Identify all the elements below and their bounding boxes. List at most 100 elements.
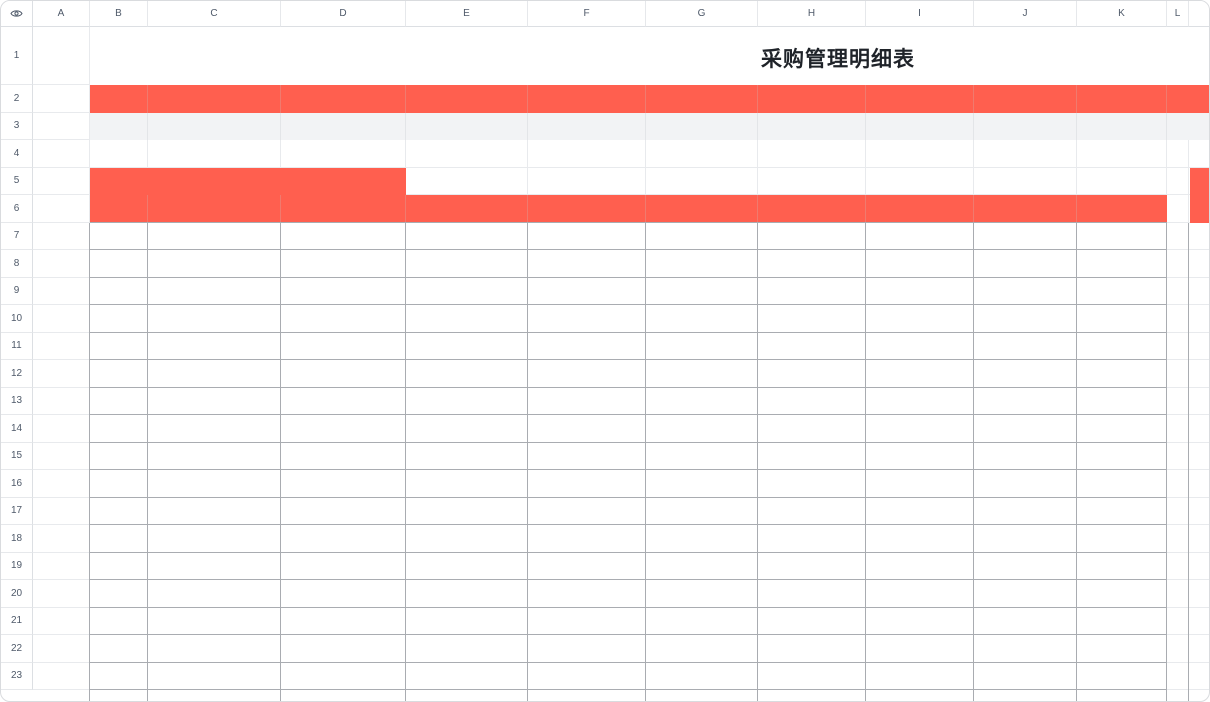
detail-data-cell[interactable] — [646, 553, 758, 581]
row-header-14[interactable]: 14 — [1, 415, 33, 443]
detail-data-cell[interactable] — [281, 278, 406, 306]
detail-data-cell[interactable] — [281, 525, 406, 553]
detail-data-cell[interactable] — [1077, 250, 1167, 278]
detail-data-cell[interactable] — [646, 305, 758, 333]
detail-data-cell[interactable] — [406, 333, 528, 361]
month-header-cell[interactable] — [866, 85, 974, 113]
select-all-corner[interactable] — [1, 1, 33, 27]
detail-data-cell[interactable] — [148, 333, 281, 361]
detail-data-cell[interactable] — [281, 305, 406, 333]
detail-data-cell[interactable] — [866, 278, 974, 306]
detail-data-cell[interactable] — [758, 580, 866, 608]
detail-data-cell[interactable] — [1077, 415, 1167, 443]
column-header-j[interactable]: J — [974, 1, 1077, 27]
amount-label-cell[interactable] — [90, 112, 148, 140]
detail-data-cell[interactable] — [148, 635, 281, 663]
serial-number-cell[interactable] — [90, 250, 148, 278]
detail-data-cell[interactable] — [406, 635, 528, 663]
detail-data-cell[interactable] — [1077, 608, 1167, 636]
detail-data-cell[interactable] — [646, 580, 758, 608]
column-header-e[interactable]: E — [406, 1, 528, 27]
detail-data-cell[interactable] — [528, 580, 646, 608]
detail-header-cell[interactable] — [528, 195, 646, 223]
serial-number-cell[interactable] — [90, 580, 148, 608]
amount-value-cell[interactable] — [281, 112, 406, 140]
detail-data-cell[interactable] — [974, 443, 1077, 471]
detail-data-cell[interactable] — [1077, 635, 1167, 663]
detail-header-cell[interactable] — [90, 195, 148, 223]
detail-data-cell[interactable] — [758, 333, 866, 361]
detail-data-cell[interactable] — [281, 223, 406, 251]
detail-data-cell[interactable] — [646, 443, 758, 471]
row-header-22[interactable]: 22 — [1, 635, 33, 663]
detail-data-cell[interactable] — [406, 525, 528, 553]
detail-data-cell[interactable] — [758, 415, 866, 443]
serial-number-cell[interactable] — [90, 360, 148, 388]
detail-data-cell[interactable] — [758, 360, 866, 388]
detail-data-cell[interactable] — [406, 498, 528, 526]
detail-data-cell[interactable] — [646, 360, 758, 388]
detail-data-cell[interactable] — [974, 415, 1077, 443]
row-header-23[interactable]: 23 — [1, 662, 33, 690]
detail-data-cell[interactable] — [1077, 223, 1167, 251]
detail-data-cell[interactable] — [406, 250, 528, 278]
column-header-b[interactable]: B — [90, 1, 148, 27]
detail-data-cell[interactable] — [1077, 580, 1167, 608]
detail-data-cell[interactable] — [148, 305, 281, 333]
detail-data-cell[interactable] — [148, 360, 281, 388]
detail-data-cell[interactable] — [758, 608, 866, 636]
detail-data-cell[interactable] — [528, 250, 646, 278]
row-header-6[interactable]: 6 — [1, 195, 33, 223]
detail-data-cell[interactable] — [758, 250, 866, 278]
detail-data-cell[interactable] — [1077, 470, 1167, 498]
detail-data-cell[interactable] — [406, 608, 528, 636]
detail-data-cell[interactable] — [281, 360, 406, 388]
amount-value-cell[interactable] — [528, 112, 646, 140]
column-header-c[interactable]: C — [148, 1, 281, 27]
detail-data-cell[interactable] — [406, 278, 528, 306]
detail-data-cell[interactable] — [866, 388, 974, 416]
detail-data-cell[interactable] — [758, 663, 866, 691]
detail-data-cell[interactable] — [528, 470, 646, 498]
month-header-cell[interactable] — [281, 85, 406, 113]
serial-number-cell[interactable] — [90, 553, 148, 581]
detail-data-cell[interactable] — [281, 608, 406, 636]
detail-data-cell[interactable] — [406, 388, 528, 416]
detail-header-cell[interactable] — [974, 195, 1077, 223]
detail-data-cell[interactable] — [1077, 305, 1167, 333]
serial-number-cell[interactable] — [90, 525, 148, 553]
detail-data-cell[interactable] — [974, 498, 1077, 526]
detail-data-cell[interactable] — [406, 223, 528, 251]
detail-data-cell[interactable] — [528, 223, 646, 251]
column-header-k[interactable]: K — [1077, 1, 1167, 27]
detail-data-cell[interactable] — [281, 553, 406, 581]
detail-data-cell[interactable] — [866, 443, 974, 471]
detail-data-cell[interactable] — [758, 470, 866, 498]
detail-data-cell[interactable] — [528, 553, 646, 581]
detail-data-cell[interactable] — [974, 470, 1077, 498]
detail-data-cell[interactable] — [148, 580, 281, 608]
detail-data-cell[interactable] — [528, 443, 646, 471]
detail-data-cell[interactable] — [148, 608, 281, 636]
detail-header-cell[interactable] — [866, 195, 974, 223]
detail-data-cell[interactable] — [758, 278, 866, 306]
detail-data-cell[interactable] — [866, 608, 974, 636]
detail-header-cell[interactable] — [148, 195, 281, 223]
row-header-12[interactable]: 12 — [1, 360, 33, 388]
detail-data-cell[interactable] — [406, 470, 528, 498]
detail-data-cell[interactable] — [148, 388, 281, 416]
detail-data-cell[interactable] — [528, 663, 646, 691]
detail-data-cell[interactable] — [1077, 278, 1167, 306]
row-header-1[interactable]: 1 — [1, 27, 33, 85]
detail-data-cell[interactable] — [148, 553, 281, 581]
row-header-11[interactable]: 11 — [1, 332, 33, 360]
row-header-20[interactable]: 20 — [1, 580, 33, 608]
detail-header-cell[interactable] — [406, 195, 528, 223]
serial-number-cell[interactable] — [90, 663, 148, 691]
detail-data-cell[interactable] — [758, 553, 866, 581]
detail-data-cell[interactable] — [1077, 388, 1167, 416]
detail-header-cell[interactable] — [281, 195, 406, 223]
row-header-18[interactable]: 18 — [1, 525, 33, 553]
detail-data-cell[interactable] — [758, 525, 866, 553]
detail-data-cell[interactable] — [646, 278, 758, 306]
